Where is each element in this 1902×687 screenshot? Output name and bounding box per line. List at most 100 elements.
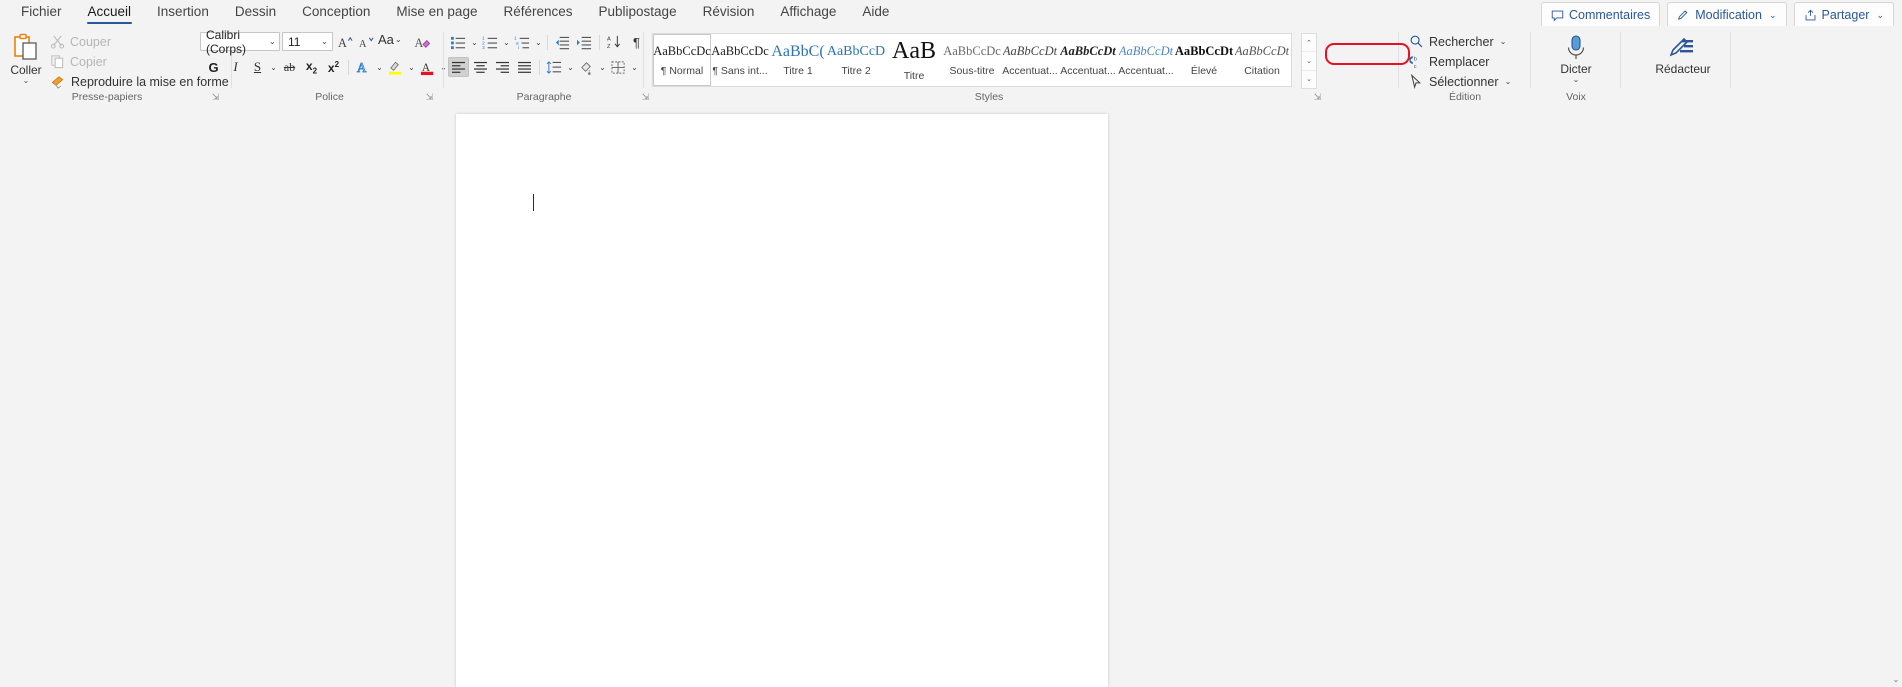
style-name: Accentuat... [1060,64,1116,77]
replace-button[interactable]: bc Remplacer [1409,52,1489,71]
tab-dessin[interactable]: Dessin [222,1,289,25]
editing-mode-button[interactable]: Modification ⌄ [1667,2,1787,28]
dictate-button[interactable]: Dicter ⌄ [1554,34,1598,84]
style-normal[interactable]: AaBbCcDc ¶ Normal [653,34,711,86]
align-center-button[interactable] [470,57,491,77]
italic-button[interactable]: I [225,57,246,77]
comments-button[interactable]: Commentaires [1540,2,1661,28]
shading-button[interactable] [576,57,597,77]
font-dialog-launcher[interactable]: ⇲ [424,92,435,103]
chevron-down-icon[interactable]: ⌄ [394,35,403,44]
chevron-down-icon[interactable]: ⌄ [1876,10,1884,21]
scroll-down-button[interactable]: ⌄ [1890,673,1902,687]
chevron-down-icon[interactable]: ⌄ [502,38,511,47]
chevron-down-icon[interactable]: ⌄ [23,77,30,85]
tab-aide[interactable]: Aide [849,1,902,25]
cursor-icon [1409,74,1424,89]
tab-publipostage[interactable]: Publipostage [586,1,690,25]
style-emphasis[interactable]: AaBbCcDt Accentuat... [1001,34,1059,86]
numbered-list-button[interactable]: 123 [480,32,501,52]
multilevel-list-button[interactable]: 1ai [512,32,533,52]
bold-button[interactable]: G [203,57,224,77]
highlight-color-button[interactable] [385,57,406,77]
document-area[interactable]: ⌄ [0,104,1902,687]
styles-scroll-down-button[interactable]: ⌄ [1302,52,1316,71]
tab-fichier[interactable]: Fichier [8,1,75,25]
justify-button[interactable] [514,57,535,77]
select-button[interactable]: Sélectionner ⌄ [1409,72,1513,91]
tab-mise-en-page[interactable]: Mise en page [383,1,490,25]
tab-accueil[interactable]: Accueil [75,1,145,25]
style-no-spacing[interactable]: AaBbCcDc ¶ Sans int... [711,34,769,86]
align-left-button[interactable] [448,57,469,77]
decrease-indent-button[interactable] [552,32,573,52]
style-subtitle[interactable]: AaBbCcDc Sous-titre [943,34,1001,86]
style-heading-2[interactable]: AaBbCcD Titre 2 [827,34,885,86]
comment-icon [1551,9,1564,22]
share-button[interactable]: Partager ⌄ [1793,2,1894,28]
style-subtle-emphasis[interactable]: AaBbCcDt Accentuat... [1117,34,1175,86]
chevron-down-icon[interactable]: ⌄ [1769,10,1777,21]
font-size-input[interactable]: 11 ⌄ [282,32,333,51]
bullet-list-button[interactable] [448,32,469,52]
line-spacing-button[interactable] [544,57,565,77]
chevron-down-icon[interactable]: ⌄ [1499,37,1508,46]
editor-label: Rédacteur [1655,62,1711,76]
borders-button[interactable] [608,57,629,77]
chevron-down-icon[interactable]: ⌄ [566,63,575,72]
clipboard-dialog-launcher[interactable]: ⇲ [210,92,221,103]
tab-affichage[interactable]: Affichage [767,1,849,25]
style-strong[interactable]: AaBbCcDt Élevé [1175,34,1233,86]
strikethrough-button[interactable]: ab [279,57,300,77]
find-button[interactable]: Rechercher ⌄ [1409,32,1508,51]
chevron-down-icon[interactable]: ⌄ [320,37,329,46]
tab-references[interactable]: Références [490,1,585,25]
chevron-down-icon[interactable]: ⌄ [534,38,543,47]
document-page[interactable] [456,114,1108,687]
chevron-down-icon[interactable]: ⌄ [269,63,278,72]
superscript-button[interactable]: x2 [323,57,344,77]
style-preview: AaBbCcDc [653,43,711,58]
style-name: Élevé [1190,64,1218,77]
style-name: ¶ Sans int... [712,64,768,77]
paste-button[interactable]: Coller ⌄ [4,33,48,85]
chevron-down-icon[interactable]: ⌄ [1573,76,1580,84]
underline-button[interactable]: S [247,57,268,77]
chevron-down-icon[interactable]: ⌄ [470,38,479,47]
chevron-down-icon[interactable]: ⌄ [407,63,416,72]
style-quote[interactable]: AaBbCcDt Citation [1233,34,1291,86]
editor-button[interactable]: Rédacteur [1653,34,1713,76]
chevron-down-icon[interactable]: ⌄ [269,37,276,46]
change-case-button[interactable]: Aa ⌄ [378,32,403,47]
tab-conception[interactable]: Conception [289,1,383,25]
format-painter-button[interactable]: Reproduire la mise en forme [50,72,229,91]
chevron-down-icon[interactable]: ⌄ [598,63,607,72]
tab-insertion[interactable]: Insertion [144,1,222,25]
styles-scroll-up-button[interactable]: ⌃ [1302,34,1316,53]
subscript-button[interactable]: x2 [301,57,322,77]
chevron-down-icon[interactable]: ⌄ [1504,77,1513,86]
increase-indent-button[interactable] [574,32,595,52]
find-label: Rechercher [1429,34,1494,49]
text-effects-button[interactable]: A [353,57,374,77]
grow-font-button[interactable]: A [335,32,356,52]
sort-button[interactable]: AZ [604,32,625,52]
clear-formatting-button[interactable]: A [412,32,433,52]
shrink-font-button[interactable]: A [356,32,377,52]
style-title[interactable]: AaB Titre [885,34,943,86]
align-right-button[interactable] [492,57,513,77]
styles-dialog-launcher[interactable]: ⇲ [1312,92,1323,103]
svg-text:A: A [414,36,423,50]
styles-gallery-scroll[interactable]: ⌃ ⌄ ⌄ [1301,33,1317,89]
chevron-down-icon[interactable]: ⌄ [630,63,639,72]
font-name-input[interactable]: Calibri (Corps) ⌄ [200,28,280,56]
styles-more-button[interactable]: ⌄ [1302,71,1316,88]
select-label: Sélectionner [1429,74,1499,89]
group-label-voice: Voix [1566,91,1586,103]
tab-revision[interactable]: Révision [690,1,768,25]
font-color-button[interactable]: A [417,57,438,77]
styles-gallery[interactable]: AaBbCcDc ¶ Normal AaBbCcDc ¶ Sans int...… [652,33,1292,87]
style-heading-1[interactable]: AaBbC( Titre 1 [769,34,827,86]
chevron-down-icon[interactable]: ⌄ [375,63,384,72]
style-intense-emphasis[interactable]: AaBbCcDt Accentuat... [1059,34,1117,86]
